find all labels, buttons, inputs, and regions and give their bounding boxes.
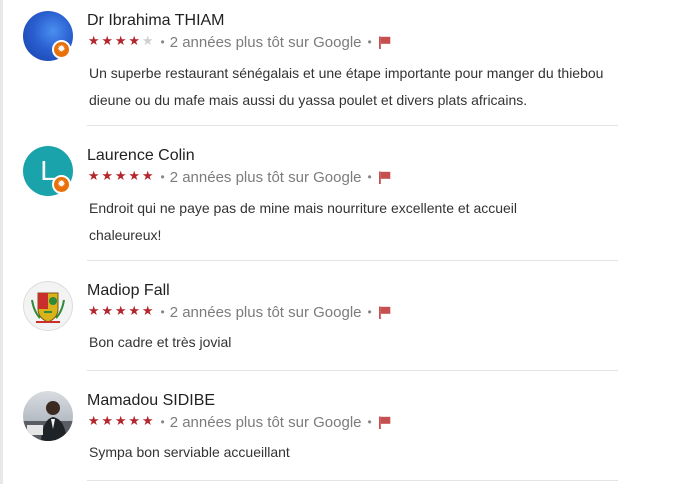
star-rating: ★ ★ ★ ★ ★ [87, 35, 155, 49]
star-icon: ★ [87, 34, 100, 49]
star-icon: ★ [141, 414, 154, 429]
star-rating: ★ ★ ★ ★ ★ [87, 305, 155, 319]
flag-icon[interactable] [378, 416, 391, 429]
star-icon: ★ [128, 34, 141, 49]
avatar[interactable]: ✹ [23, 11, 73, 61]
review-date: 2 années plus tôt sur Google [169, 413, 362, 431]
review-text: Un superbe restaurant sénégalais et une … [89, 65, 604, 108]
divider [87, 370, 618, 371]
reviewer-name[interactable]: Laurence Colin [87, 147, 195, 165]
avatar[interactable]: L ✹ [23, 146, 73, 196]
star-icon: ★ [101, 169, 114, 184]
divider [87, 125, 618, 126]
star-icon: ★ [101, 34, 114, 49]
separator-dot: • [367, 305, 372, 319]
separator-dot: • [367, 415, 372, 429]
star-icon: ★ [101, 414, 114, 429]
review-date: 2 années plus tôt sur Google [169, 33, 362, 51]
star-icon: ★ [114, 414, 127, 429]
avatar[interactable] [23, 281, 73, 331]
separator-dot: • [367, 170, 372, 184]
emblem-icon [31, 292, 65, 323]
avatar-image [23, 281, 73, 331]
review-meta: ★ ★ ★ ★ ★ • 2 années plus tôt sur Google… [87, 303, 391, 321]
flag-icon[interactable] [378, 306, 391, 319]
separator-dot: • [160, 415, 165, 429]
divider [87, 260, 618, 261]
star-icon: ★ [141, 34, 154, 49]
local-guide-icon: ✹ [52, 40, 71, 59]
separator-dot: • [160, 305, 165, 319]
star-icon: ★ [114, 169, 127, 184]
local-guide-icon: ✹ [52, 175, 71, 194]
person-photo-icon [23, 401, 73, 441]
separator-dot: • [367, 35, 372, 49]
reviewer-name[interactable]: Dr Ibrahima THIAM [87, 12, 225, 30]
avatar-image [23, 391, 73, 441]
separator-dot: • [160, 170, 165, 184]
review-text: Sympa bon serviable accueillant [89, 444, 290, 460]
star-icon: ★ [141, 169, 154, 184]
star-icon: ★ [114, 34, 127, 49]
flag-icon[interactable] [378, 36, 391, 49]
review-text: Endroit qui ne paye pas de mine mais nou… [89, 200, 518, 243]
star-icon: ★ [128, 414, 141, 429]
avatar[interactable] [23, 391, 73, 441]
flag-icon[interactable] [378, 171, 391, 184]
star-icon: ★ [128, 169, 141, 184]
review-date: 2 années plus tôt sur Google [169, 168, 362, 186]
star-icon: ★ [101, 304, 114, 319]
reviewer-name[interactable]: Mamadou SIDIBE [87, 392, 215, 410]
separator-dot: • [160, 35, 165, 49]
review-meta: ★ ★ ★ ★ ★ • 2 années plus tôt sur Google… [87, 168, 391, 186]
star-icon: ★ [87, 414, 100, 429]
star-rating: ★ ★ ★ ★ ★ [87, 415, 155, 429]
star-icon: ★ [128, 304, 141, 319]
star-icon: ★ [87, 304, 100, 319]
review-meta: ★ ★ ★ ★ ★ • 2 années plus tôt sur Google… [87, 33, 391, 51]
review-text: Bon cadre et très jovial [89, 334, 232, 350]
reviewer-name[interactable]: Madiop Fall [87, 282, 170, 300]
review-date: 2 années plus tôt sur Google [169, 303, 362, 321]
divider [87, 480, 618, 481]
star-icon: ★ [114, 304, 127, 319]
review-meta: ★ ★ ★ ★ ★ • 2 années plus tôt sur Google… [87, 413, 391, 431]
left-border [0, 0, 3, 484]
star-icon: ★ [87, 169, 100, 184]
star-icon: ★ [141, 304, 154, 319]
star-rating: ★ ★ ★ ★ ★ [87, 170, 155, 184]
